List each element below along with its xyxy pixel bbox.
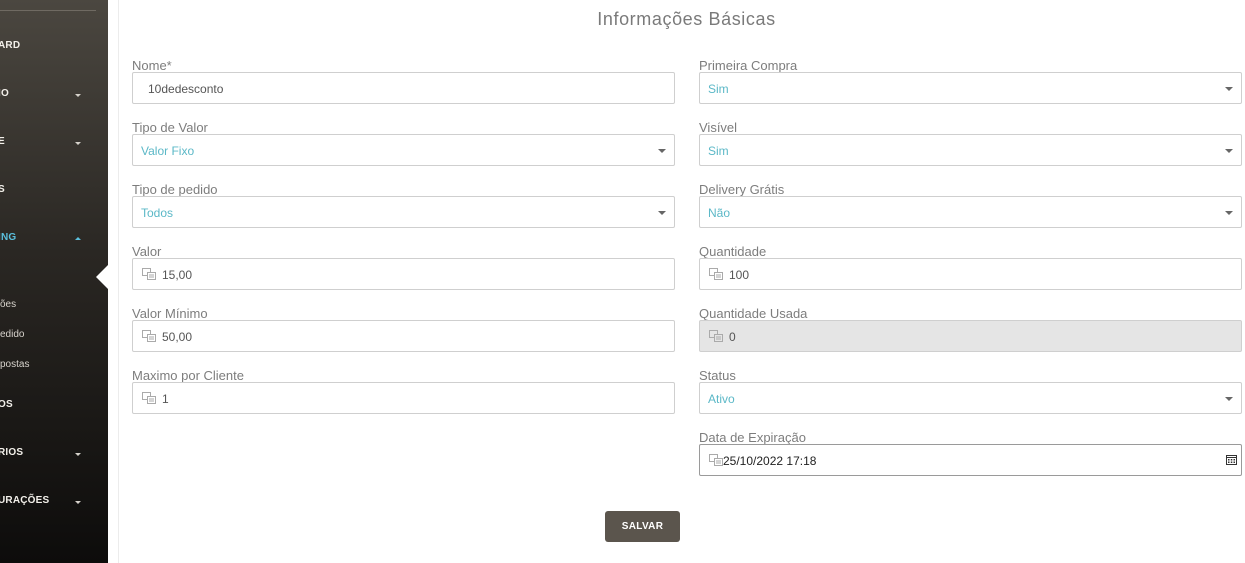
chevron-down-icon xyxy=(75,94,81,97)
sidebar-item-7[interactable]: RIOS xyxy=(0,444,108,464)
sidebar-subitem-3[interactable]: postas xyxy=(0,359,108,373)
input-addon-icon xyxy=(709,330,723,342)
sidebar-item-label: S xyxy=(0,184,5,195)
valor-input[interactable]: 15,00 xyxy=(132,258,675,290)
field-label: Tipo de Valor xyxy=(132,120,208,135)
content-divider xyxy=(118,0,119,563)
input-addon-icon xyxy=(142,268,156,280)
field-label: Primeira Compra xyxy=(699,58,798,73)
field-value: 100 xyxy=(729,268,750,282)
chevron-down-icon xyxy=(75,501,81,504)
sidebar-item-label: URAÇÕES xyxy=(0,495,50,506)
field-label: Data de Expiração xyxy=(699,430,806,445)
tipo-valor-select[interactable]: Valor Fixo xyxy=(132,134,675,166)
field-label: Valor Mínimo xyxy=(132,306,208,321)
valor-minimo-input[interactable]: 50,00 xyxy=(132,320,675,352)
field-label: Quantidade xyxy=(699,244,767,259)
data-expiracao-input[interactable]: 25/10/2022 17:18 xyxy=(699,444,1242,476)
field-value: Sim xyxy=(708,82,729,96)
status-select[interactable]: Ativo xyxy=(699,382,1242,414)
field-value: Sim xyxy=(708,144,729,158)
field-value: 1 xyxy=(162,392,169,406)
sidebar-subitem-label: ões xyxy=(0,299,17,310)
primeira-compra-select[interactable]: Sim xyxy=(699,72,1242,104)
sidebar-subitem-2[interactable]: edido xyxy=(0,329,108,343)
field-label: Maximo por Cliente xyxy=(132,368,244,383)
chevron-down-icon xyxy=(1225,397,1233,401)
chevron-down-icon xyxy=(75,453,81,456)
field-value: 50,00 xyxy=(162,330,193,344)
field-label: Visível xyxy=(699,120,738,135)
field-value: Todos xyxy=(141,206,174,220)
input-addon-icon xyxy=(142,392,156,404)
sidebar-subitem-label: edido xyxy=(0,329,25,340)
field-value: 0 xyxy=(729,330,736,344)
field-label: Valor xyxy=(132,244,162,259)
maximo-cliente-input[interactable]: 1 xyxy=(132,382,675,414)
chevron-down-icon xyxy=(1225,149,1233,153)
save-button[interactable]: SALVAR xyxy=(605,511,680,542)
chevron-down-icon xyxy=(75,142,81,145)
page-title: Informações Básicas xyxy=(597,9,776,29)
field-label: Delivery Grátis xyxy=(699,182,785,197)
sidebar-item-label: E xyxy=(0,136,5,147)
calendar-icon[interactable] xyxy=(1226,454,1237,465)
field-value: Valor Fixo xyxy=(141,144,195,158)
tipo-pedido-select[interactable]: Todos xyxy=(132,196,675,228)
sidebar-item-label: RIOS xyxy=(0,447,24,458)
sidebar-item-3[interactable]: E xyxy=(0,133,108,153)
field-value: 10dedesconto xyxy=(148,82,224,96)
visivel-select[interactable]: Sim xyxy=(699,134,1242,166)
chevron-down-icon xyxy=(1225,211,1233,215)
sidebar-subitem-label: postas xyxy=(0,359,30,370)
sidebar-subitem-1[interactable]: ões xyxy=(0,299,108,313)
chevron-down-icon xyxy=(658,149,666,153)
sidebar-item-configuracoes[interactable]: URAÇÕES xyxy=(0,492,108,512)
sidebar-item-4[interactable]: S xyxy=(0,181,108,201)
input-addon-icon xyxy=(709,268,723,280)
quantidade-input[interactable]: 100 xyxy=(699,258,1242,290)
sidebar-item-label: IO xyxy=(0,88,9,99)
field-value: 25/10/2022 17:18 xyxy=(723,454,817,468)
quantidade-usada-input: 0 xyxy=(699,320,1242,352)
sidebar-item-label: OS xyxy=(0,399,13,410)
sidebar-item-marketing[interactable]: ING xyxy=(0,229,108,249)
chevron-down-icon xyxy=(658,211,666,215)
sidebar: ARD IO E S ING ões edido postas OS RIOS … xyxy=(0,0,108,563)
chevron-down-icon xyxy=(1225,87,1233,91)
field-label: Nome* xyxy=(132,58,172,73)
main-content: Informações Básicas Nome* 10dedesconto T… xyxy=(108,0,1245,563)
field-label: Status xyxy=(699,368,736,383)
input-addon-icon xyxy=(142,330,156,342)
nome-input[interactable]: 10dedesconto xyxy=(132,72,675,104)
sidebar-item-label: ING xyxy=(0,232,17,243)
active-indicator xyxy=(96,265,108,289)
field-value: Ativo xyxy=(708,392,735,406)
sidebar-divider xyxy=(0,10,96,11)
sidebar-item-2[interactable]: IO xyxy=(0,85,108,105)
field-label: Tipo de pedido xyxy=(132,182,218,197)
field-value: Não xyxy=(708,206,731,220)
sidebar-item-6[interactable]: OS xyxy=(0,396,108,416)
sidebar-item-label: ARD xyxy=(0,40,21,51)
field-value: 15,00 xyxy=(162,268,193,282)
sidebar-item-dashboard[interactable]: ARD xyxy=(0,37,108,57)
delivery-gratis-select[interactable]: Não xyxy=(699,196,1242,228)
chevron-up-icon xyxy=(75,237,81,240)
field-label: Quantidade Usada xyxy=(699,306,808,321)
input-addon-icon xyxy=(709,454,723,466)
